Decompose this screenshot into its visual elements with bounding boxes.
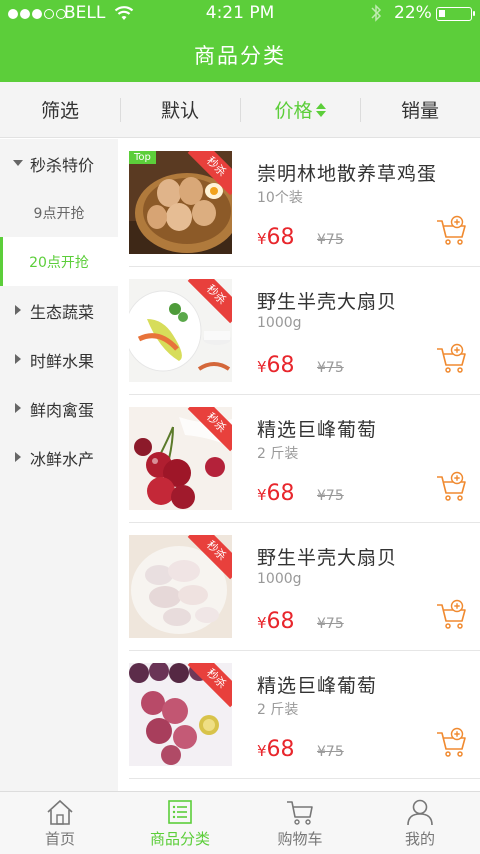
category-label: 冰鲜水产 (30, 449, 95, 469)
filter-tab-screen[interactable]: 筛选 (0, 82, 120, 137)
tab-label: 购物车 (277, 830, 323, 848)
currency-symbol: ¥ (257, 486, 267, 504)
category-label: 生态蔬菜 (30, 302, 95, 322)
caret-right-icon (15, 354, 21, 364)
product-image-shrimp-plate[interactable]: 秒杀 (129, 279, 232, 382)
battery-level (439, 10, 445, 17)
caret-down-icon (13, 160, 23, 166)
product-item[interactable]: 秒杀 野生半壳大扇贝 1000g ¥68 ¥75 (129, 267, 480, 395)
product-price: ¥68 (257, 353, 295, 378)
subcategory-8pm[interactable]: 20点开抢 (0, 237, 118, 286)
price-value: 68 (266, 353, 295, 378)
category-flash-sale[interactable]: 秒杀特价 (0, 139, 118, 188)
product-item[interactable]: 秒杀 精选巨峰葡萄 2 斤装 ¥68 ¥75 (129, 651, 480, 779)
caret-right-icon (15, 305, 21, 315)
filter-tab-default[interactable]: 默认 (120, 82, 240, 137)
filter-tab-price[interactable]: 价格 (240, 82, 360, 137)
filter-label: 价格 (274, 100, 313, 122)
category-vegetables[interactable]: 生态蔬菜 (0, 286, 118, 335)
original-price: ¥75 (317, 744, 344, 760)
currency-symbol: ¥ (257, 614, 267, 632)
product-item[interactable]: 秒杀 精选巨峰葡萄 2 斤装 ¥68 ¥75 (129, 395, 480, 523)
currency-symbol: ¥ (257, 230, 267, 248)
product-list: 秒杀 Top 崇明林地散养草鸡蛋 10个装 ¥68 ¥75 秒杀 野生半壳大扇贝… (118, 139, 480, 791)
product-image-grapes[interactable]: 秒杀 (129, 663, 232, 766)
tab-label: 我的 (404, 830, 435, 848)
add-to-cart-icon[interactable] (436, 599, 468, 631)
filter-label: 筛选 (40, 100, 79, 122)
filter-label: 默认 (160, 100, 199, 122)
bottom-tab-bar: 首页 商品分类 购物车 我的 (0, 791, 480, 854)
product-name: 野生半壳大扇贝 (257, 291, 398, 313)
original-price: ¥75 (317, 616, 344, 632)
tab-profile[interactable]: 我的 (360, 792, 480, 854)
add-to-cart-icon[interactable] (436, 727, 468, 759)
add-to-cart-icon[interactable] (436, 471, 468, 503)
price-value: 68 (266, 225, 295, 250)
category-label: 秒杀特价 (30, 155, 95, 175)
filter-tab-sales[interactable]: 销量 (360, 82, 480, 137)
list-icon (168, 800, 192, 824)
bluetooth-icon (371, 4, 382, 22)
product-price: ¥68 (257, 225, 295, 250)
product-name: 野生半壳大扇贝 (257, 547, 398, 569)
product-image-eggs[interactable]: 秒杀 Top (129, 151, 232, 254)
product-spec: 1000g (257, 571, 302, 587)
tab-cart[interactable]: 购物车 (240, 792, 360, 854)
category-sidebar: 秒杀特价 9点开抢 20点开抢 生态蔬菜 时鲜水果 鲜肉禽蛋 冰鲜水产 (0, 139, 118, 791)
product-spec: 1000g (257, 315, 302, 331)
product-name: 精选巨峰葡萄 (257, 419, 378, 441)
original-price: ¥75 (317, 360, 344, 376)
page-title: 商品分类 (194, 44, 286, 68)
filter-label: 销量 (400, 100, 439, 122)
category-label: 鲜肉禽蛋 (30, 400, 95, 420)
subcategory-label: 9点开抢 (33, 205, 85, 222)
product-image-peeled-shrimp[interactable]: 秒杀 (129, 535, 232, 638)
currency-symbol: ¥ (257, 742, 267, 760)
product-item[interactable]: 秒杀 Top 崇明林地散养草鸡蛋 10个装 ¥68 ¥75 (129, 139, 480, 267)
product-spec: 10个装 (257, 190, 303, 206)
status-bar: BELL 4:21 PM 22% (0, 0, 480, 28)
product-spec: 2 斤装 (257, 702, 299, 718)
category-label: 时鲜水果 (30, 351, 95, 371)
user-icon (407, 799, 433, 826)
product-price: ¥68 (257, 737, 295, 762)
tab-label: 首页 (44, 830, 75, 848)
original-price: ¥75 (317, 232, 344, 248)
tab-home[interactable]: 首页 (0, 792, 120, 854)
category-fruits[interactable]: 时鲜水果 (0, 335, 118, 384)
add-to-cart-icon[interactable] (436, 343, 468, 375)
screen: BELL 4:21 PM 22% 商品分类 筛选 默认 价格 销量 秒杀特价 9… (0, 0, 480, 854)
caret-right-icon (15, 452, 21, 462)
cart-icon (287, 801, 313, 825)
subcategory-9am[interactable]: 9点开抢 (0, 188, 118, 237)
product-price: ¥68 (257, 609, 295, 634)
category-meat-eggs[interactable]: 鲜肉禽蛋 (0, 384, 118, 433)
price-value: 68 (266, 737, 295, 762)
price-value: 68 (266, 481, 295, 506)
app-header: BELL 4:21 PM 22% 商品分类 (0, 0, 480, 82)
top-badge: Top (129, 151, 156, 164)
caret-right-icon (15, 403, 21, 413)
product-item[interactable]: 秒杀 野生半壳大扇贝 1000g ¥68 ¥75 (129, 523, 480, 651)
product-name: 崇明林地散养草鸡蛋 (257, 163, 438, 185)
tab-label: 商品分类 (149, 830, 210, 848)
original-price: ¥75 (317, 488, 344, 504)
product-spec: 2 斤装 (257, 446, 299, 462)
filter-bar: 筛选 默认 价格 销量 (0, 82, 480, 138)
battery-percent: 22% (394, 3, 432, 23)
product-name: 精选巨峰葡萄 (257, 675, 378, 697)
product-price: ¥68 (257, 481, 295, 506)
currency-symbol: ¥ (257, 358, 267, 376)
category-seafood[interactable]: 冰鲜水产 (0, 433, 118, 482)
home-icon (47, 799, 73, 825)
subcategory-label: 20点开抢 (29, 254, 89, 271)
tab-categories[interactable]: 商品分类 (120, 792, 240, 854)
price-value: 68 (266, 609, 295, 634)
battery-icon (436, 7, 475, 21)
add-to-cart-icon[interactable] (436, 215, 468, 247)
product-image-cherries[interactable]: 秒杀 (129, 407, 232, 510)
sort-arrows-icon (315, 102, 326, 117)
